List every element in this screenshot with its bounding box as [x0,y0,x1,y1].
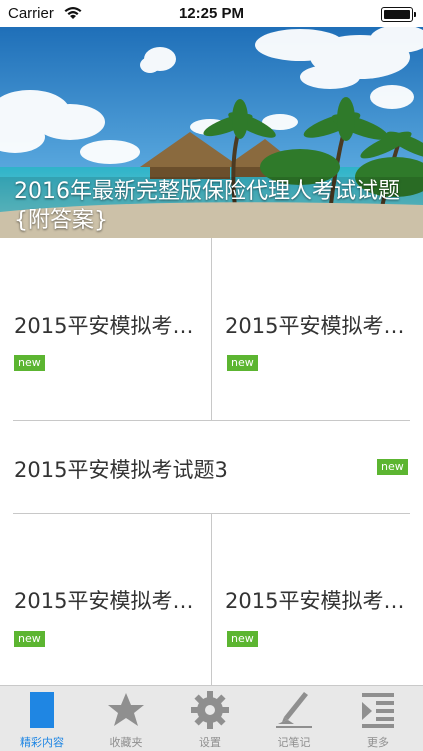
tab-label: 精彩内容 [20,736,64,749]
status-bar: Carrier 12:25 PM [0,0,423,27]
tab-bar: 精彩内容 收藏夹 设置 记笔记 更多 [0,685,423,751]
grid-row-wide[interactable]: 2015平安模拟考试题3 new [0,421,423,513]
star-icon [108,693,144,726]
tab-label: 收藏夹 [109,736,143,749]
divider [211,514,212,685]
more-icon [362,693,394,728]
new-badge: new [227,631,258,647]
divider [211,238,212,420]
grid-cell-2[interactable]: 2015平安模拟考试题2 new [212,238,423,420]
new-badge: new [377,459,408,475]
cell-title: 2015平安模拟考试题3 [14,458,228,482]
tab-label: 记笔记 [277,736,311,749]
content-icon [30,692,54,728]
gear-icon [191,691,229,729]
new-badge: new [227,355,258,371]
pen-icon [276,692,312,728]
tab-more[interactable]: 更多 [336,686,420,751]
clock: 12:25 PM [178,5,245,22]
battery-icon [381,7,416,22]
hero-banner[interactable]: 2016年最新完整版保险代理人考试试题{附答案} [0,27,423,238]
cell-title: 2015平安模拟考试题4 [14,589,199,613]
tab-favorites[interactable]: 收藏夹 [84,686,168,751]
tab-settings[interactable]: 设置 [168,686,252,751]
tab-label: 设置 [199,736,221,749]
grid-cell-1[interactable]: 2015平安模拟考试题1 new [0,238,211,420]
cell-title: 2015平安模拟考试题2 [225,314,410,338]
tab-content[interactable]: 精彩内容 [0,686,84,751]
tab-notes[interactable]: 记笔记 [252,686,336,751]
cell-title: 2015平安模拟考试题5 [225,589,410,613]
grid-cell-5[interactable]: 2015平安模拟考试题5 new [212,514,423,685]
new-badge: new [14,355,45,371]
grid-cell-4[interactable]: 2015平安模拟考试题4 new [0,514,211,685]
cell-title: 2015平安模拟考试题1 [14,314,199,338]
new-badge: new [14,631,45,647]
banner-title: 2016年最新完整版保险代理人考试试题{附答案} [14,179,400,233]
tab-label: 更多 [367,736,389,749]
